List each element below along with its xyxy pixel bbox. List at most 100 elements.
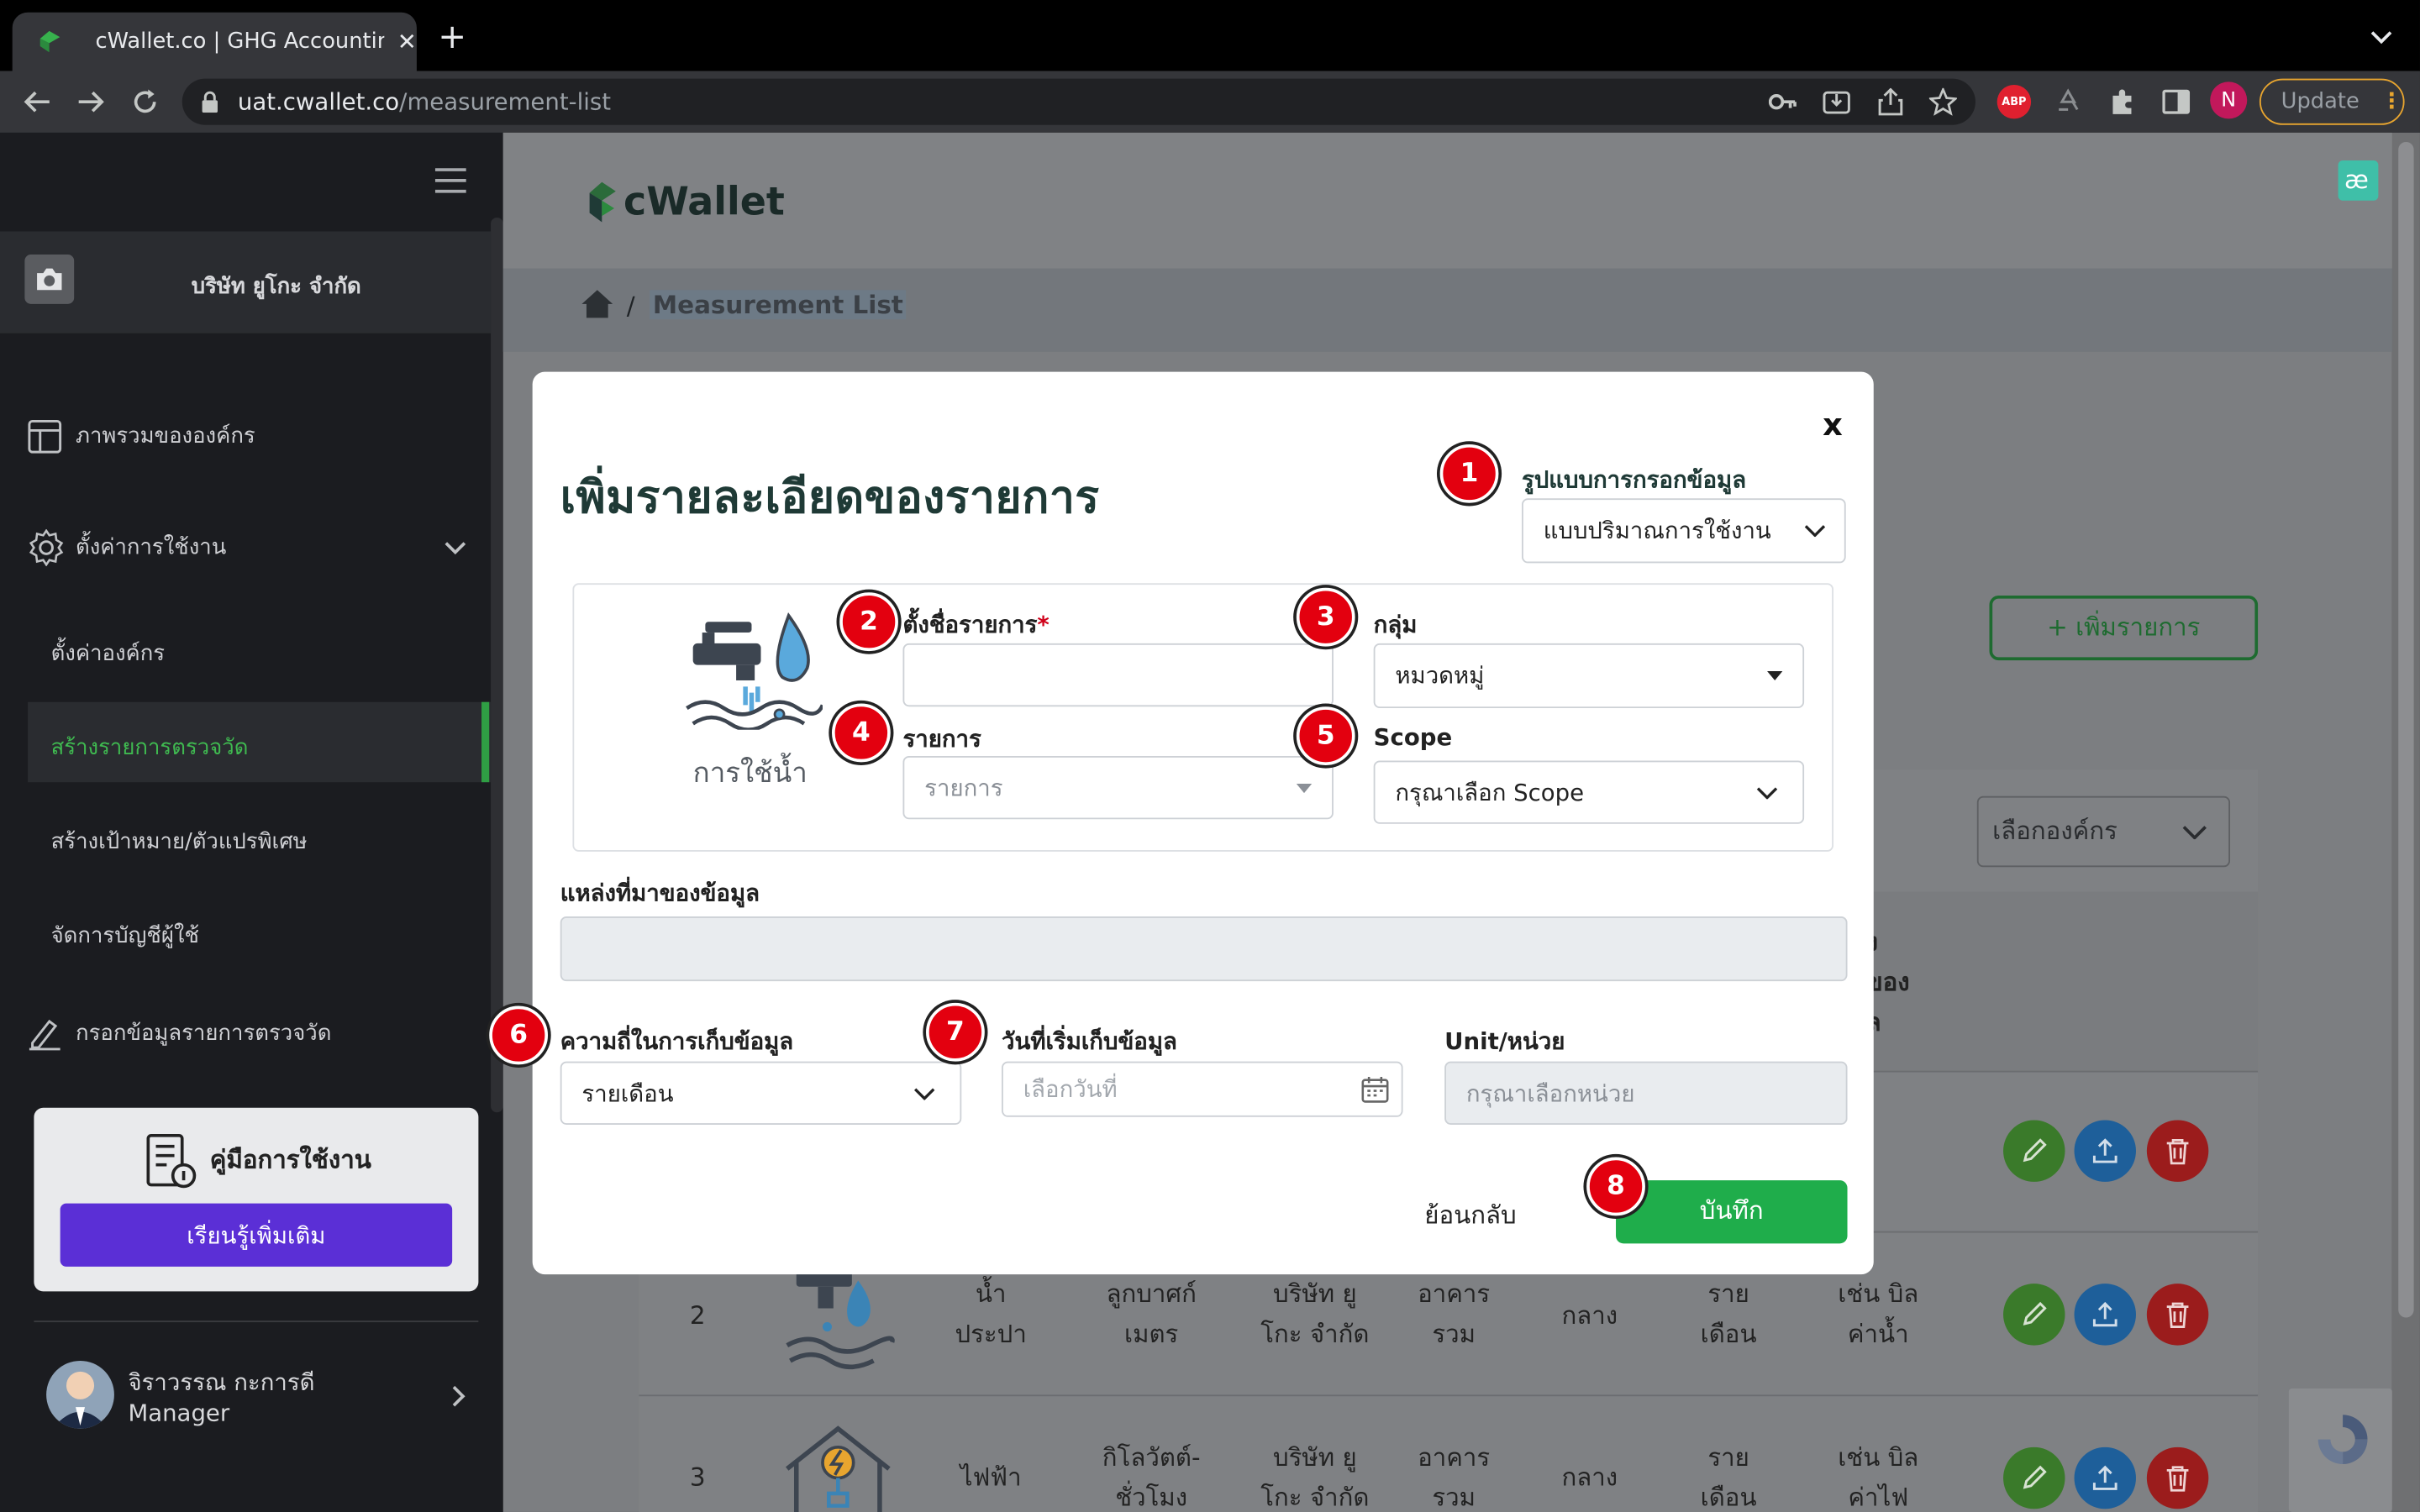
side-panel-icon[interactable] — [2160, 85, 2193, 118]
adblock-extension-icon[interactable]: ABP — [1996, 85, 2032, 119]
item-name-input[interactable] — [902, 643, 1334, 707]
browser-tab[interactable]: cWallet.co | GHG Accounting S ✕ — [12, 12, 417, 71]
sidebar-scrollbar[interactable] — [491, 217, 503, 1113]
item-placeholder: รายการ — [924, 774, 1003, 802]
company-name: บริษัท ยูโกะ จำกัด — [191, 274, 361, 300]
save-button[interactable]: บันทึก — [1616, 1180, 1848, 1244]
calendar-icon[interactable] — [1361, 1075, 1389, 1103]
unit-placeholder: กรุณาเลือกหน่วย — [1465, 1079, 1635, 1107]
sidebar-item-overview[interactable]: ภาพรวมขององค์กร — [28, 419, 255, 454]
unit-label: Unit/หน่วย — [1444, 1027, 1565, 1056]
user-name: จิราวรรณ กะการดี — [128, 1368, 315, 1397]
table-cell-company: บริษัท ยู โกะ จำกัด — [1260, 1278, 1370, 1349]
annotation-badge-3: 3 — [1296, 587, 1355, 647]
sidebar-item-settings[interactable]: ตั้งค่าการใช้งาน — [28, 528, 476, 567]
extensions-puzzle-icon[interactable] — [2105, 85, 2139, 118]
bookmark-star-icon[interactable] — [1928, 87, 1959, 118]
add-item-button[interactable]: + เพิ่มรายการ — [1989, 595, 2259, 661]
sidebar-item-org-settings[interactable]: ตั้งค่าองค์กร — [51, 638, 165, 671]
org-select-label: เลือกองค์กร — [1992, 815, 2118, 845]
chevron-down-icon — [1804, 525, 1826, 538]
table-cell-type: ไฟฟ้า — [960, 1462, 1022, 1493]
edit-button[interactable] — [2003, 1120, 2065, 1182]
sidebar-item-input-data[interactable]: กรอกข้อมูลรายการตรวจวัด — [28, 1016, 331, 1051]
install-icon[interactable] — [1821, 87, 1852, 118]
key-icon[interactable] — [1767, 87, 1798, 118]
camera-icon[interactable] — [24, 255, 75, 304]
profile-avatar[interactable]: N — [2210, 81, 2248, 119]
recycle-extension-icon[interactable] — [2051, 85, 2085, 118]
scrollbar-thumb[interactable] — [2398, 141, 2414, 1318]
tab-title: cWallet.co | GHG Accounting S — [95, 29, 386, 55]
learn-more-button[interactable]: เรียนรู้เพิ่มเติม — [60, 1203, 453, 1267]
org-select[interactable]: เลือกองค์กร — [1976, 795, 2231, 868]
source-input[interactable] — [560, 916, 1848, 982]
share-icon[interactable] — [1876, 87, 1907, 118]
sidebar-bg — [0, 132, 503, 1512]
group-select[interactable]: หมวดหมู่ — [1373, 643, 1805, 709]
chevron-down-icon — [2182, 825, 2207, 839]
table-cell-no: 2 — [689, 1300, 706, 1331]
unit-select[interactable]: กรุณาเลือกหน่วย — [1444, 1061, 1848, 1125]
close-icon[interactable]: x — [1823, 406, 1843, 443]
delete-button[interactable] — [2146, 1284, 2209, 1346]
hamburger-menu-icon[interactable] — [432, 166, 469, 194]
icon-caption: การใช้น้ำ — [692, 757, 808, 790]
delete-button[interactable] — [2146, 1446, 2209, 1509]
cwallet-favicon-icon — [39, 30, 60, 53]
reload-icon[interactable] — [128, 85, 161, 118]
cwallet-logo-icon — [589, 181, 616, 223]
address-bar[interactable]: uat.cwallet.co/measurement-list — [182, 78, 1975, 125]
pencil-icon — [2023, 1465, 2047, 1489]
frequency-select[interactable]: รายเดือน — [560, 1061, 962, 1125]
item-select[interactable]: รายการ — [902, 755, 1334, 820]
table-cell-source: เช่น บิล ค่าไฟ — [1838, 1442, 1919, 1512]
group-value: หมวดหมู่ — [1395, 661, 1485, 690]
chevron-right-icon[interactable] — [450, 1384, 466, 1409]
source-label: แหล่งที่มาของข้อมูล — [560, 879, 760, 907]
back-button[interactable]: ย้อนกลับ — [1424, 1197, 1516, 1236]
upload-button[interactable] — [2074, 1120, 2136, 1182]
active-indicator — [481, 701, 490, 783]
pencil-icon — [2023, 1138, 2047, 1163]
update-button[interactable]: Update ⋮ — [2259, 78, 2405, 125]
chevron-down-icon — [1756, 786, 1778, 799]
back-arrow-icon[interactable] — [20, 85, 54, 118]
start-date-input[interactable]: เลือกวันที่ — [1002, 1061, 1403, 1117]
input-mode-select[interactable]: แบบปริมาณการใช้งาน — [1521, 498, 1846, 564]
forward-arrow-icon[interactable] — [74, 85, 108, 118]
edit-button[interactable] — [2003, 1284, 2065, 1346]
sidebar-item-users[interactable]: จัดการบัญชีผู้ใช้ — [51, 920, 199, 953]
upload-button[interactable] — [2074, 1284, 2136, 1346]
update-label: Update — [2281, 89, 2360, 114]
frequency-value: รายเดือน — [581, 1079, 674, 1107]
gear-icon — [29, 528, 64, 567]
new-tab-icon[interactable]: + — [437, 18, 468, 56]
delete-button[interactable] — [2146, 1120, 2209, 1182]
avatar[interactable] — [46, 1360, 114, 1429]
scope-value: กรุณาเลือก Scope — [1395, 778, 1585, 806]
sidebar-item-label: จัดการบัญชีผู้ใช้ — [50, 924, 199, 949]
sidebar-item-create-measurement[interactable]: สร้างรายการตรวจวัด — [51, 732, 249, 765]
scope-select[interactable]: กรุณาเลือก Scope — [1373, 760, 1805, 824]
user-role: Manager — [128, 1399, 230, 1427]
item-label: รายการ — [902, 725, 981, 753]
tab-close-icon[interactable]: ✕ — [397, 28, 417, 55]
add-item-modal: x เพิ่มรายละเอียดของรายการ รูปแบบการกรอก… — [532, 371, 1874, 1275]
recaptcha-badge[interactable] — [2288, 1389, 2392, 1512]
tab-list-chevron-icon[interactable] — [2367, 24, 2395, 49]
home-icon[interactable] — [581, 288, 614, 319]
sidebar-item-label: ตั้งค่าการใช้งาน — [75, 535, 227, 560]
chevron-down-icon — [445, 541, 466, 554]
sidebar-item-label: สร้างเป้าหมาย/ตัวแปรพิเศษ — [50, 830, 308, 855]
edit-button[interactable] — [2003, 1446, 2065, 1509]
sidebar-item-create-target[interactable]: สร้างเป้าหมาย/ตัวแปรพิเศษ — [51, 826, 308, 859]
manual-title: คู่มือการใช้งาน — [209, 1144, 371, 1174]
page-scrollbar[interactable] — [2391, 132, 2420, 1512]
logo-text: cWallet — [623, 179, 785, 224]
more-menu-icon[interactable]: ⋮ — [2381, 90, 2402, 114]
ae-extension-icon[interactable]: æ — [2338, 160, 2379, 201]
upload-button[interactable] — [2074, 1446, 2136, 1509]
table-cell-size: กลาง — [1561, 1462, 1618, 1493]
chevron-down-icon — [913, 1087, 935, 1100]
